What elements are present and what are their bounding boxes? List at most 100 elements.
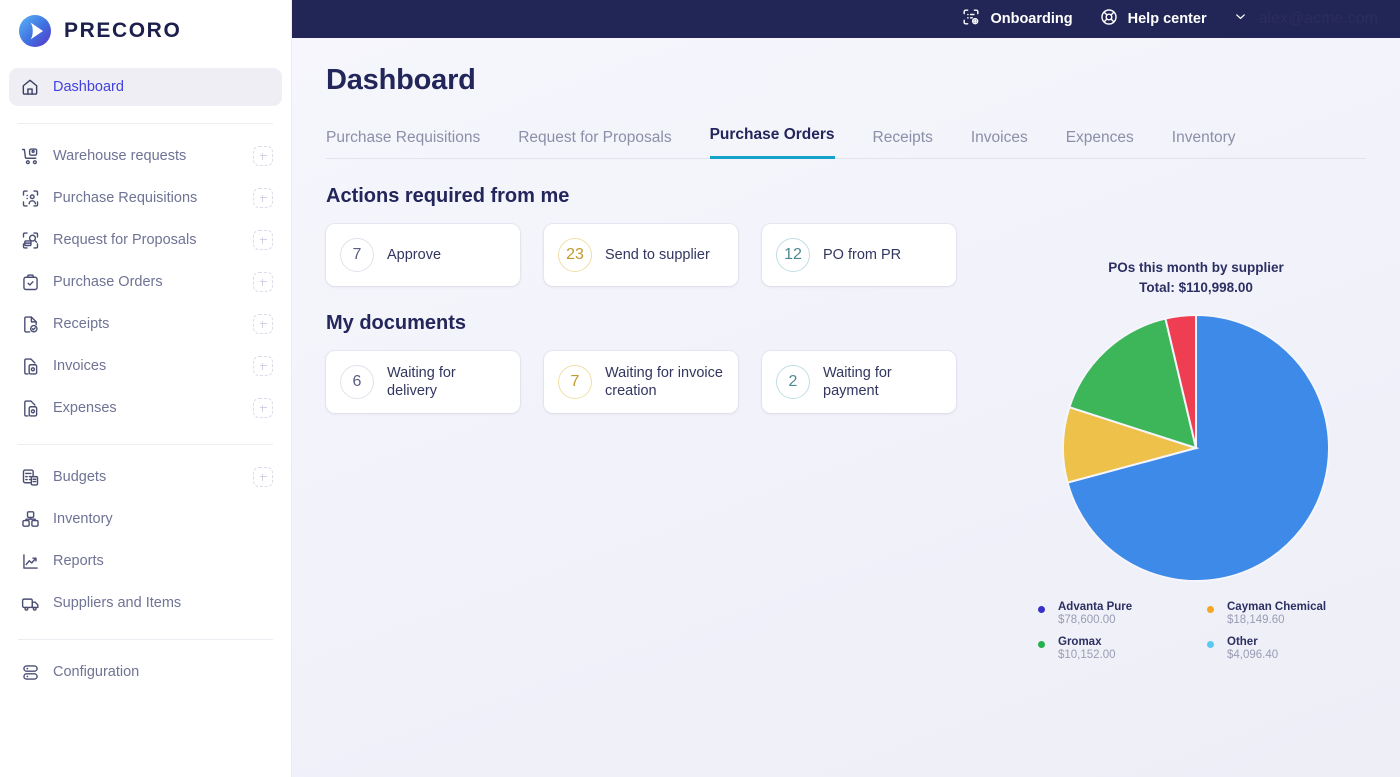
sidebar-item-label: Request for Proposals: [53, 232, 197, 248]
sidebar-item-label: Purchase Requisitions: [53, 190, 198, 206]
document-card-waiting-for-invoice-creation[interactable]: 7 Waiting for invoice creation: [544, 351, 738, 413]
page-title: Dashboard: [326, 64, 476, 96]
action-card-po-from-pr[interactable]: 12 PO from PR: [762, 224, 956, 286]
chart-legend: Advanta Pure $78,600.00 Cayman Chemical …: [1026, 601, 1366, 661]
legend-item-other: Other $4,096.40: [1207, 636, 1354, 661]
count-badge: 7: [340, 238, 374, 272]
sidebar-item-reports[interactable]: Reports: [9, 542, 282, 580]
sidebar-item-inventory[interactable]: Inventory: [9, 500, 282, 538]
sidebar-item-label: Purchase Orders: [53, 274, 163, 290]
sidebar-item-suppliers-and-items[interactable]: Suppliers and Items: [9, 584, 282, 622]
sidebar-group-management: Budgets Inventory Reports Suppliers and …: [0, 454, 291, 630]
lifebuoy-icon: [1099, 7, 1119, 32]
tab-inventory[interactable]: Inventory: [1172, 129, 1236, 159]
chevron-down-icon: [1233, 9, 1248, 29]
tab-purchase-requisitions[interactable]: Purchase Requisitions: [326, 129, 480, 159]
top-bar: Onboarding Help center alex@acme.com: [292, 0, 1400, 38]
user-email: alex@acme.com: [1258, 10, 1378, 27]
help-center-label: Help center: [1127, 11, 1207, 27]
document-card-label: Waiting for delivery: [387, 364, 456, 399]
sidebar-item-purchase-requisitions[interactable]: Purchase Requisitions: [9, 179, 282, 217]
legend-item-advanta-pure: Advanta Pure $78,600.00: [1038, 601, 1185, 626]
count-badge: 7: [558, 365, 592, 399]
legend-item-gromax: Gromax $10,152.00: [1038, 636, 1185, 661]
tab-expences[interactable]: Expences: [1066, 129, 1134, 159]
tab-invoices[interactable]: Invoices: [971, 129, 1028, 159]
budget-icon: [20, 467, 46, 488]
sidebar-group-documents: Warehouse requests Purchase Requisitions: [0, 133, 291, 435]
sidebar-item-purchase-orders[interactable]: Purchase Orders: [9, 263, 282, 301]
sidebar-item-request-for-proposals[interactable]: Request for Proposals: [9, 221, 282, 259]
dashboard-tabs: Purchase Requisitions Request for Propos…: [326, 125, 1366, 159]
add-expense-button[interactable]: [253, 398, 273, 418]
document-card-waiting-for-payment[interactable]: 2 Waiting for payment: [762, 351, 956, 413]
action-card-send-to-supplier[interactable]: 23 Send to supplier: [544, 224, 738, 286]
suppliers-icon: [20, 593, 46, 614]
sidebar-group-primary: Dashboard: [0, 64, 291, 114]
action-card-approve[interactable]: 7 Approve: [326, 224, 520, 286]
actions-section-title: Actions required from me: [326, 185, 570, 207]
pie-svg: [1062, 313, 1330, 582]
sidebar-divider-3: [18, 639, 273, 640]
action-card-label: PO from PR: [823, 246, 902, 263]
legend-value: $10,152.00: [1058, 648, 1116, 661]
add-purchase-requisition-button[interactable]: [253, 188, 273, 208]
onboarding-label: Onboarding: [990, 11, 1073, 27]
brand-name: PRECORO: [64, 19, 182, 42]
sidebar-item-invoices[interactable]: Invoices: [9, 347, 282, 385]
sidebar-divider-2: [18, 444, 273, 445]
receipt-icon: [20, 314, 46, 335]
sidebar-item-dashboard[interactable]: Dashboard: [9, 68, 282, 106]
precoro-logo-icon: [18, 14, 52, 48]
action-card-label: Send to supplier: [605, 246, 710, 263]
reports-icon: [20, 551, 46, 572]
document-card-waiting-for-delivery[interactable]: 6 Waiting for delivery: [326, 351, 520, 413]
sidebar-item-label: Dashboard: [53, 79, 124, 95]
chart-subtitle: Total: $110,998.00: [1139, 280, 1253, 296]
sidebar-item-label: Budgets: [53, 469, 107, 485]
warehouse-request-icon: [20, 146, 46, 167]
tab-purchase-orders[interactable]: Purchase Orders: [709, 126, 835, 159]
sidebar-item-receipts[interactable]: Receipts: [9, 305, 282, 343]
main-area: Onboarding Help center alex@acme.com Das…: [292, 0, 1400, 777]
sidebar-divider-1: [18, 123, 273, 124]
add-purchase-order-button[interactable]: [253, 272, 273, 292]
sidebar-item-expenses[interactable]: Expenses: [9, 389, 282, 427]
count-badge: 23: [558, 238, 592, 272]
pie-chart: [1026, 313, 1366, 583]
home-icon: [20, 77, 46, 97]
onboarding-icon: [961, 7, 981, 32]
help-center-button[interactable]: Help center: [1099, 7, 1207, 32]
inventory-icon: [20, 509, 46, 530]
add-budget-button[interactable]: [253, 467, 273, 487]
add-invoice-button[interactable]: [253, 356, 273, 376]
brand[interactable]: PRECORO: [0, 0, 291, 64]
legend-dot: [1038, 605, 1045, 613]
purchase-requisition-icon: [20, 188, 46, 209]
legend-dot: [1207, 605, 1214, 613]
add-request-for-proposal-button[interactable]: [253, 230, 273, 250]
sidebar-item-label: Suppliers and Items: [53, 595, 182, 611]
sidebar-item-label: Receipts: [53, 316, 110, 332]
expense-icon: [20, 398, 46, 419]
document-card-label: Waiting for payment: [823, 364, 892, 399]
count-badge: 6: [340, 365, 374, 399]
configuration-icon: [20, 662, 46, 683]
count-badge: 2: [776, 365, 810, 399]
sidebar-item-label: Expenses: [53, 400, 117, 416]
user-menu[interactable]: alex@acme.com: [1233, 9, 1378, 29]
sidebar-item-warehouse-requests[interactable]: Warehouse requests: [9, 137, 282, 175]
sidebar-item-budgets[interactable]: Budgets: [9, 458, 282, 496]
sidebar-item-configuration[interactable]: Configuration: [9, 653, 282, 691]
sidebar-item-label: Warehouse requests: [53, 148, 187, 164]
tab-receipts[interactable]: Receipts: [873, 129, 933, 159]
add-receipt-button[interactable]: [253, 314, 273, 334]
sidebar: PRECORO Dashboard Warehouse requests Pur…: [0, 0, 292, 777]
onboarding-button[interactable]: Onboarding: [961, 7, 1073, 32]
sidebar-item-label: Configuration: [53, 664, 140, 680]
chart-title: POs this month by supplier: [1108, 260, 1284, 275]
tab-request-for-proposals[interactable]: Request for Proposals: [518, 129, 671, 159]
add-warehouse-request-button[interactable]: [253, 146, 273, 166]
legend-value: $4,096.40: [1227, 648, 1279, 661]
document-card-label: Waiting for invoice creation: [605, 364, 723, 399]
